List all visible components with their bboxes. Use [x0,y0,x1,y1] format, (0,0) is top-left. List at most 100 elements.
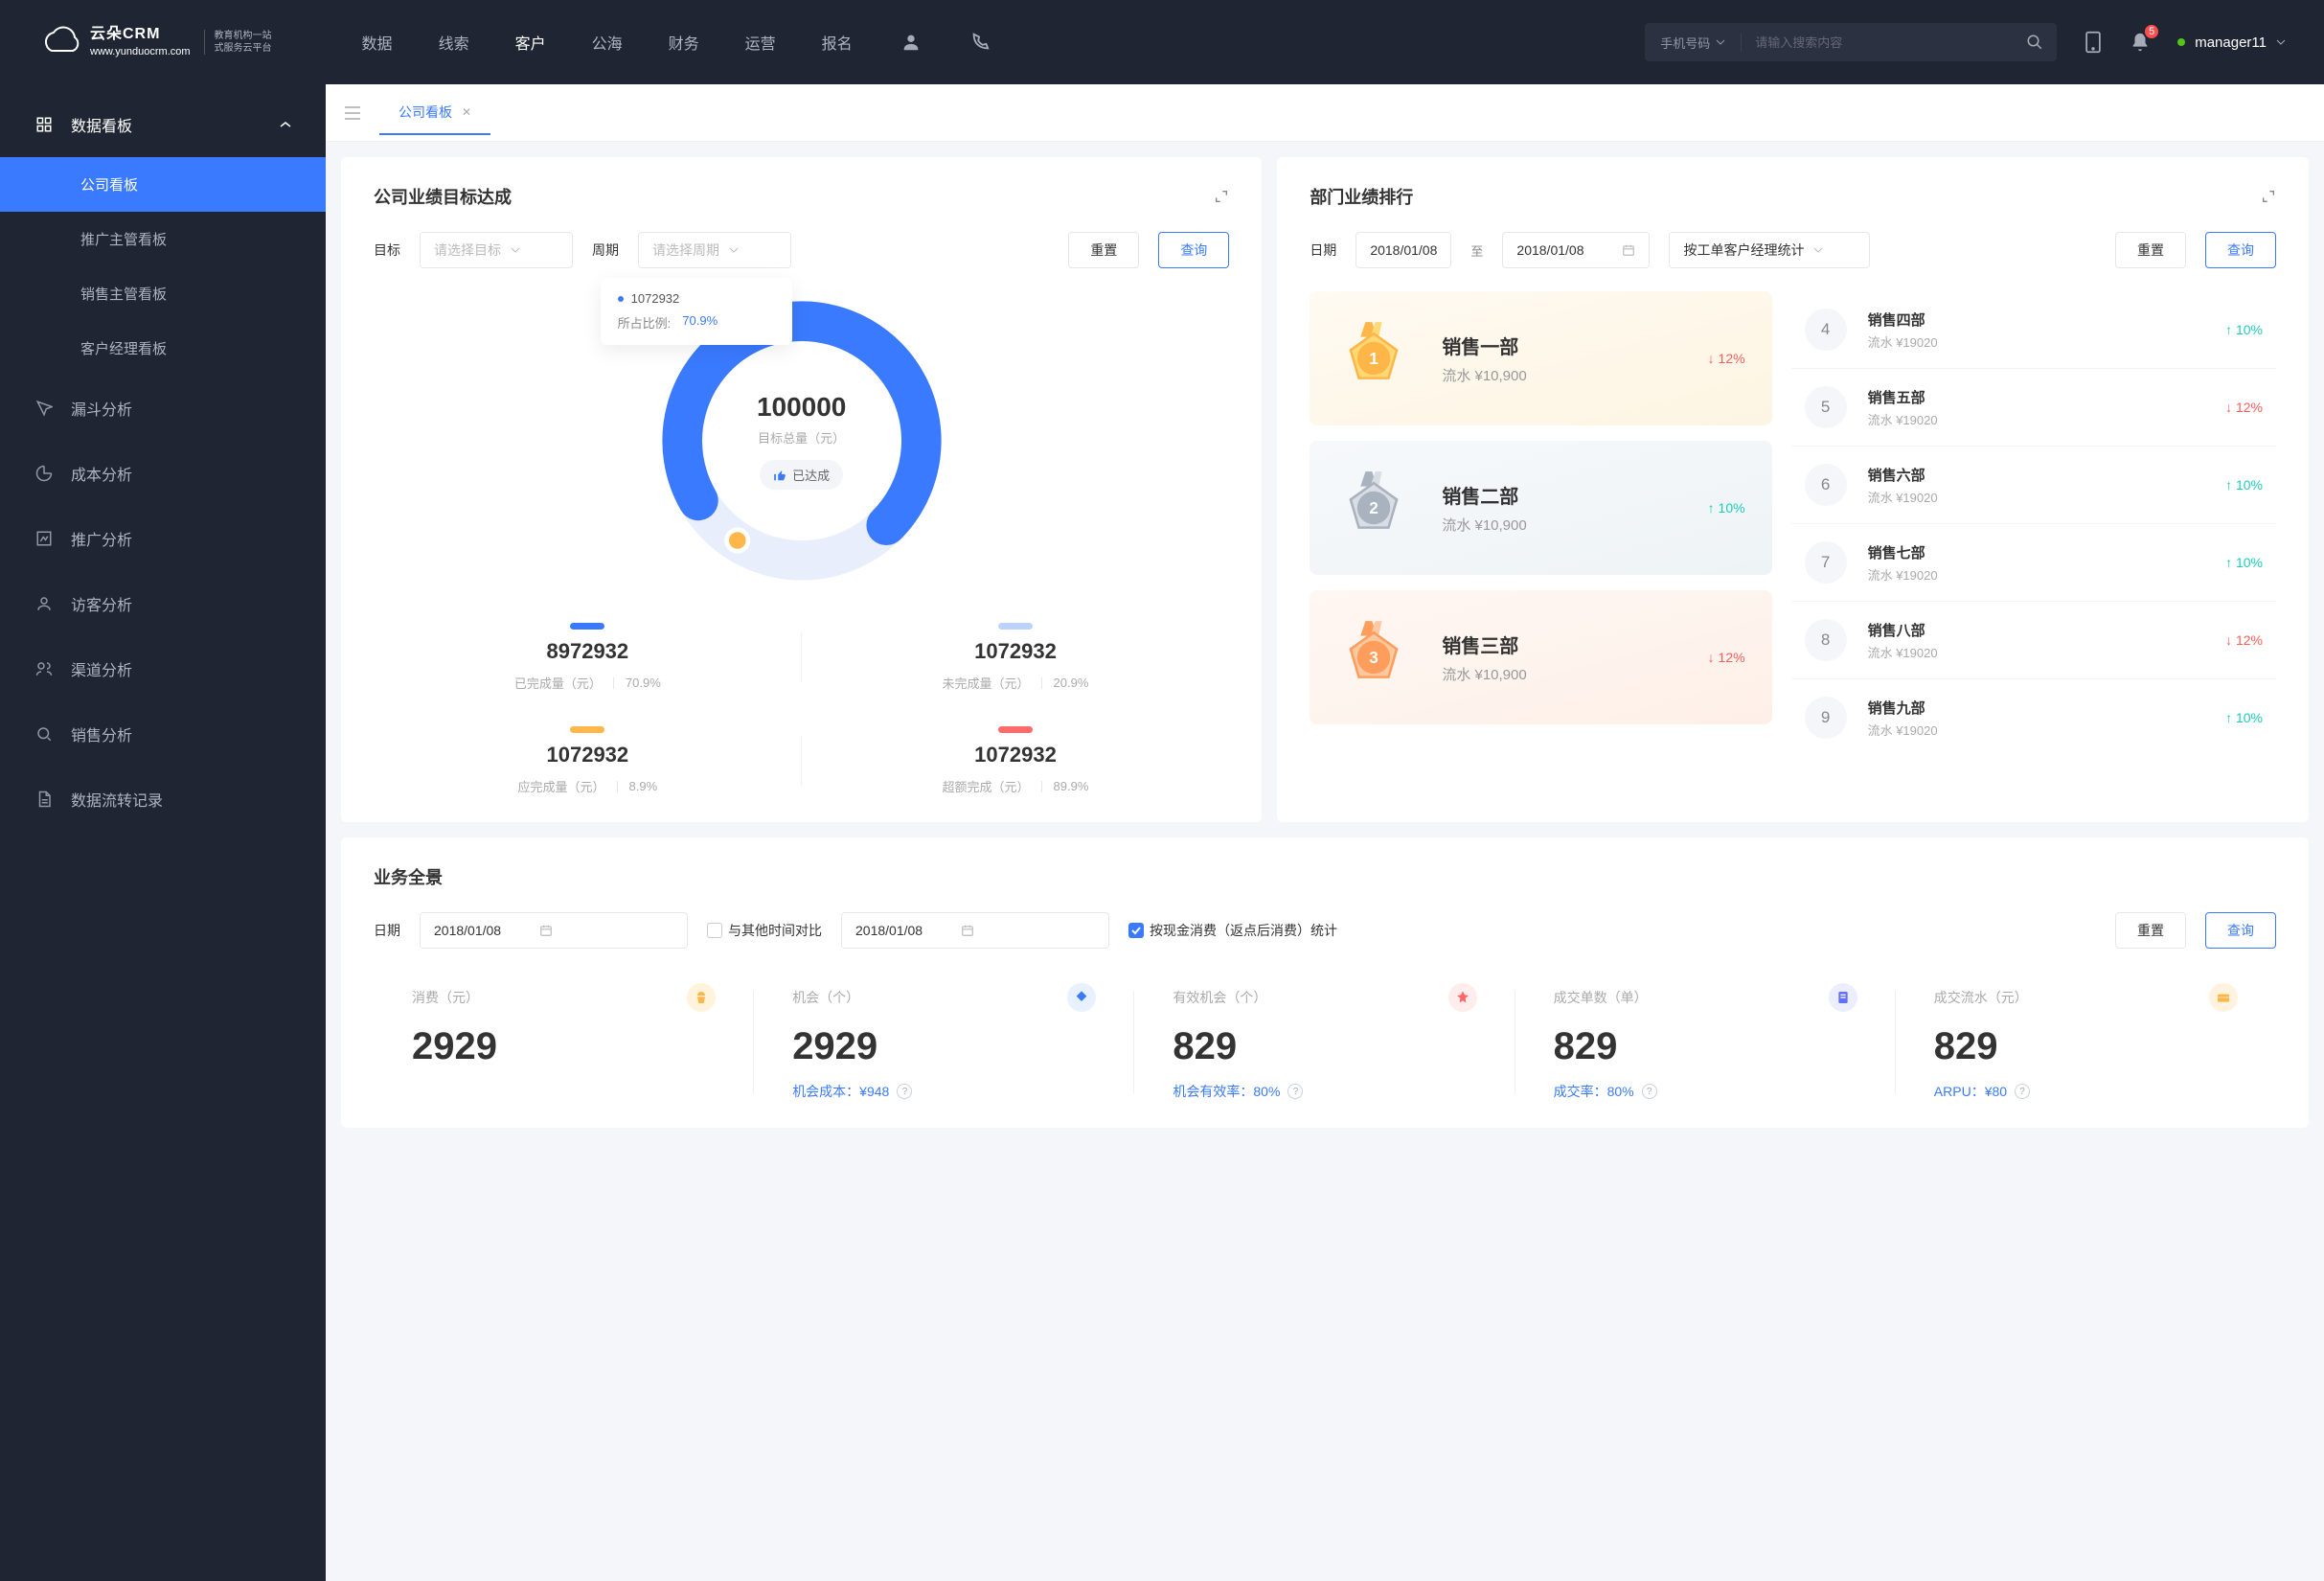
target-select[interactable]: 请选择目标 [420,232,573,268]
rank-row: 6销售六部流水 ¥19020↑ 10% [1791,447,2276,524]
sidebar-item[interactable]: 推广分析 [0,506,326,571]
sidebar-icon [34,529,54,548]
chevron-up-icon [280,121,291,128]
date-input[interactable]: 2018/01/08 [420,912,688,949]
help-icon[interactable]: ? [1287,1084,1303,1099]
user-menu[interactable]: manager11 [2177,34,2286,51]
query-button[interactable]: 查询 [2205,912,2276,949]
sidebar-icon [34,724,54,744]
sidebar-item[interactable]: 访客分析 [0,571,326,636]
sidebar-item[interactable]: 销售分析 [0,701,326,767]
tab-company-dashboard[interactable]: 公司看板✕ [379,91,490,135]
sidebar-item[interactable]: 漏斗分析 [0,376,326,441]
mobile-icon[interactable] [2084,31,2103,54]
expand-button[interactable] [2261,189,2276,204]
logo[interactable]: 云朵CRMwww.yunduocrm.com 教育机构一站式服务云平台 [38,25,272,58]
pano-metric: 成交流水（元）829ARPU：¥80? [1896,983,2276,1101]
date-from-input[interactable]: 2018/01/08 [1356,232,1451,268]
reset-button[interactable]: 重置 [2115,912,2186,949]
sidebar-item[interactable]: 渠道分析 [0,636,326,701]
rank-row: 5销售五部流水 ¥19020↓ 12% [1791,369,2276,447]
card-title: 公司业绩目标达成 [374,184,512,209]
date2-input[interactable]: 2018/01/08 [841,912,1109,949]
medal-icon: 2 [1333,467,1415,549]
content-area: 公司看板✕ 公司业绩目标达成 目标 请选择目标 周期 请选择周期 重置 查询 [326,84,2324,1581]
date-to-input[interactable]: 2018/01/08 [1502,232,1650,268]
notify-badge: 5 [2143,23,2160,40]
topnav-item[interactable]: 线索 [439,31,469,54]
sidebar-item[interactable]: 推广主管看板 [0,212,326,266]
metric-icon [1067,983,1096,1012]
metric-icon [1829,983,1857,1012]
phone-icon[interactable] [969,32,991,53]
pano-metric: 成交单数（单）829成交率：80%? [1515,983,1896,1101]
card-goal-achievement: 公司业绩目标达成 目标 请选择目标 周期 请选择周期 重置 查询 [341,157,1262,822]
bycash-checkbox[interactable]: 按现金消费（返点后消费）统计 [1128,921,1337,940]
sidebar-icon [34,659,54,678]
help-icon[interactable]: ? [1642,1084,1657,1099]
help-icon[interactable]: ? [897,1084,912,1099]
sidebar-icon [34,594,54,613]
topnav-item[interactable]: 财务 [669,31,699,54]
compare-checkbox[interactable]: 与其他时间对比 [707,921,822,940]
groupby-select[interactable]: 按工单客户经理统计 [1669,232,1870,268]
sidebar-icon [34,399,54,418]
card-title: 业务全景 [374,864,2276,889]
topnav-item[interactable]: 报名 [822,31,853,54]
stat-cell: 1072932未完成量（元）20.9% [802,623,1230,692]
period-select[interactable]: 请选择周期 [638,232,791,268]
reset-button[interactable]: 重置 [2115,232,2186,268]
search-type-select[interactable]: 手机号码 [1645,34,1742,52]
bell-icon[interactable]: 5 [2130,31,2151,54]
rank-row: 4销售四部流水 ¥19020↑ 10% [1791,291,2276,369]
search-button[interactable] [2013,34,2057,51]
pano-metric: 有效机会（个）829机会有效率：80%? [1134,983,1515,1101]
expand-icon [1214,189,1229,204]
top-menu: 数据 线索 客户 公海 财务 运营 报名 [362,31,853,54]
calendar-icon [1622,243,1635,257]
help-icon[interactable]: ? [2015,1084,2030,1099]
sidebar-icon [34,790,54,809]
date-label: 日期 [374,921,400,940]
query-button[interactable]: 查询 [2205,232,2276,268]
sidebar-item[interactable]: 成本分析 [0,441,326,506]
sidebar-item[interactable]: 公司看板 [0,157,326,212]
topnav-item[interactable]: 运营 [745,31,776,54]
stat-cell: 1072932超额完成（元）89.9% [802,726,1230,795]
chevron-down-icon [729,247,739,253]
svg-text:1: 1 [1370,349,1379,368]
search-group: 手机号码 [1645,23,2057,61]
search-icon [2026,34,2043,51]
goal-donut-chart: 100000 目标总量（元） 已达成 1072932 所占比例:70.9% [649,287,955,594]
top-navbar: 云朵CRMwww.yunduocrm.com 教育机构一站式服务云平台 数据 线索… [0,0,2324,84]
user-icon[interactable] [900,32,922,53]
user-name: manager11 [2195,34,2267,51]
sidebar-item[interactable]: 数据流转记录 [0,767,326,832]
expand-button[interactable] [1214,189,1229,204]
podium-item: 1销售一部流水 ¥10,900↓ 12% [1310,291,1771,425]
podium-item: 3销售三部流水 ¥10,900↓ 12% [1310,590,1771,724]
search-input[interactable] [1742,35,2013,50]
query-button[interactable]: 查询 [1158,232,1229,268]
topnav-item[interactable]: 客户 [515,31,546,54]
chevron-down-icon [1716,39,1725,45]
sidebar-item[interactable]: 销售主管看板 [0,266,326,321]
topnav-item[interactable]: 数据 [362,31,393,54]
collapse-sidebar-button[interactable] [345,106,360,120]
thumb-icon [773,469,786,482]
reset-button[interactable]: 重置 [1068,232,1139,268]
dashboard-icon [34,115,54,134]
logo-text: 云朵CRM [90,25,191,45]
sidebar-group-dashboard[interactable]: 数据看板 [0,92,326,157]
rank-row: 7销售七部流水 ¥19020↑ 10% [1791,524,2276,602]
chevron-down-icon [511,247,520,253]
sidebar: 数据看板 公司看板推广主管看板销售主管看板客户经理看板 漏斗分析成本分析推广分析… [0,84,326,1581]
topnav-item[interactable]: 公海 [592,31,623,54]
rank-row: 9销售九部流水 ¥19020↑ 10% [1791,679,2276,756]
target-label: 目标 [374,241,400,260]
close-icon[interactable]: ✕ [462,105,471,119]
pano-metric: 消费（元）2929 [374,983,754,1101]
sidebar-item[interactable]: 客户经理看板 [0,321,326,376]
cloud-icon [38,26,80,58]
sidebar-icon [34,464,54,483]
